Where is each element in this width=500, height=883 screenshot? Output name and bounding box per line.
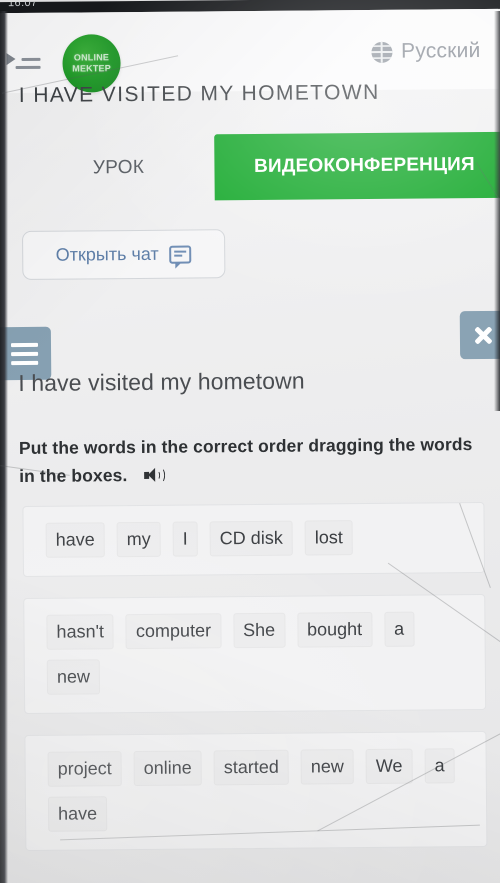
open-chat-button[interactable]: Открыть чат: [22, 229, 226, 280]
language-selector[interactable]: Русский: [371, 39, 481, 64]
draggable-word-chip[interactable]: new: [300, 749, 354, 785]
draggable-word-chip[interactable]: have: [47, 796, 108, 832]
status-bar-clock: 16:07: [7, 0, 38, 10]
sentence-panel[interactable]: project online started new We a have: [24, 730, 488, 851]
phone-bezel-left: [0, 11, 8, 883]
draggable-word-chip[interactable]: I: [172, 521, 198, 557]
draggable-word-chip[interactable]: CD disk: [209, 520, 293, 557]
close-icon: [471, 323, 495, 347]
draggable-word-chip[interactable]: bought: [296, 611, 373, 648]
photo-of-screen: 16:07 ONLINE MEKTEP Русский I HAVE VISIT…: [0, 0, 500, 883]
draggable-word-chip[interactable]: She: [232, 612, 286, 649]
draggable-word-chip[interactable]: a: [424, 748, 455, 784]
draggable-word-chip[interactable]: new: [46, 659, 101, 695]
speaker-icon[interactable]: [144, 467, 166, 483]
draggable-word-chip[interactable]: started: [213, 749, 289, 786]
language-label: Русский: [401, 38, 481, 63]
task-instruction: Put the words in the correct order dragg…: [19, 430, 479, 490]
draggable-word-chip[interactable]: my: [116, 521, 161, 558]
task-heading: I have visited my hometown: [18, 367, 305, 397]
sentence-panel[interactable]: have my I CD disk lost: [22, 501, 486, 578]
chat-bubble-icon: [169, 245, 192, 264]
globe-icon: [371, 41, 393, 63]
draggable-word-chip[interactable]: have: [45, 522, 105, 558]
phone-bezel-right: [494, 11, 500, 411]
hamburger-icon: [10, 342, 39, 347]
tab-videoconference[interactable]: ВИДЕОКОНФЕРЕНЦИЯ: [214, 131, 500, 201]
draggable-word-chip[interactable]: lost: [304, 520, 353, 556]
draggable-word-chip[interactable]: We: [365, 748, 413, 785]
draggable-word-chip[interactable]: hasn't: [46, 614, 115, 650]
open-chat-label: Открыть чат: [55, 243, 159, 265]
device-screen: 16:07 ONLINE MEKTEP Русский I HAVE VISIT…: [0, 0, 500, 883]
sentence-panel[interactable]: hasn't computer She bought a new: [23, 593, 487, 714]
nav-menu-toggle-icon[interactable]: [6, 46, 42, 73]
draggable-word-chip[interactable]: a: [383, 611, 415, 647]
draggable-word-chip[interactable]: project: [47, 751, 122, 787]
logo-line-2: MEKTEP: [72, 63, 111, 74]
logo-line-1: ONLINE: [73, 52, 110, 63]
task-instruction-text: Put the words in the correct order dragg…: [18, 434, 473, 487]
lesson-tabs: УРОК ВИДЕОКОНФЕРЕНЦИЯ: [3, 131, 500, 202]
lesson-title: I HAVE VISITED MY HOMETOWN: [18, 80, 380, 108]
sentence-panels: have my I CD disk lost hasn't computer She bough…: [22, 501, 488, 872]
tab-lesson[interactable]: УРОК: [43, 135, 194, 202]
draggable-word-chip[interactable]: computer: [125, 613, 222, 650]
draggable-word-chip[interactable]: online: [133, 750, 202, 787]
